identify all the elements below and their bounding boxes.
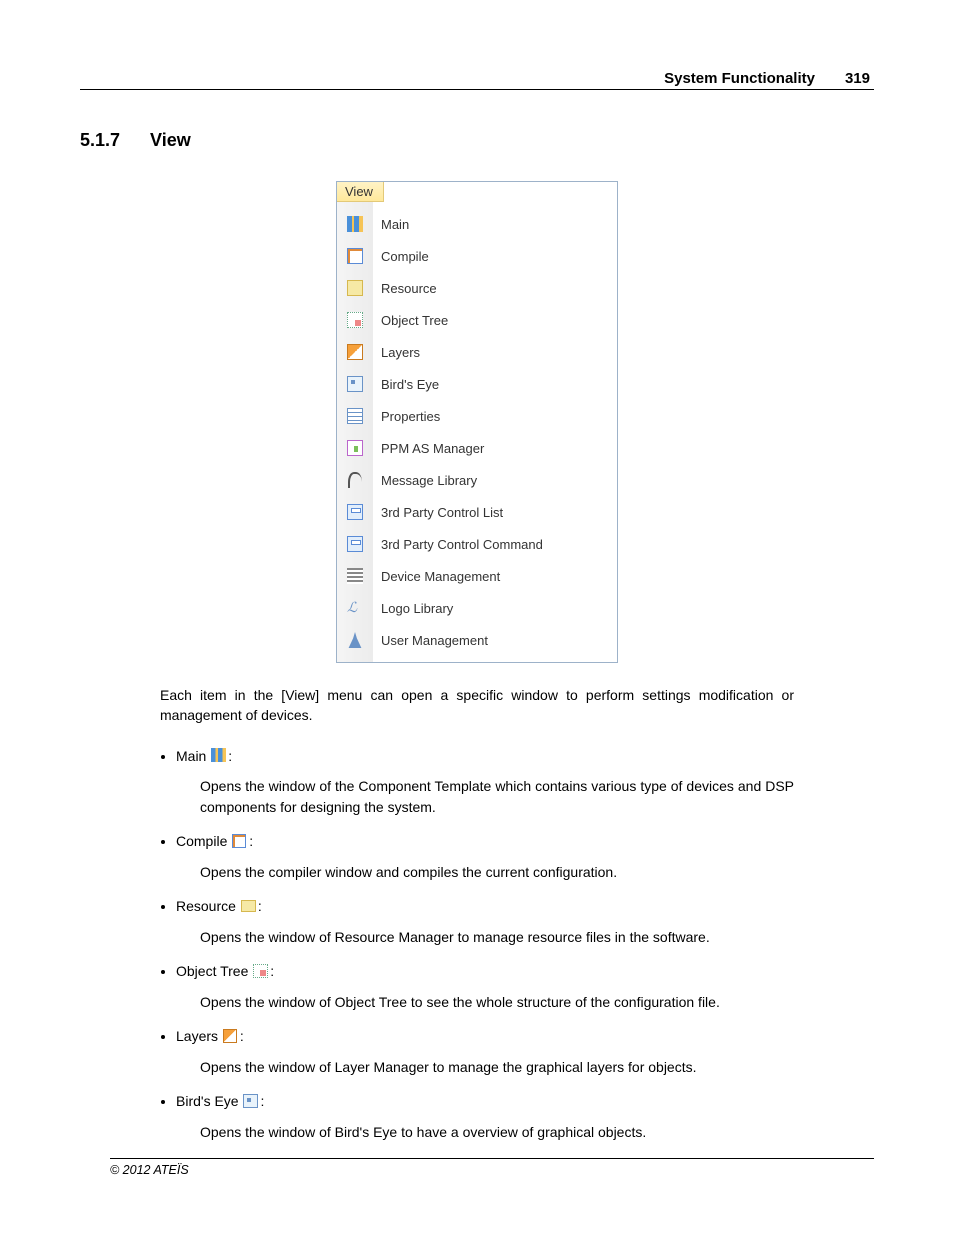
menu-item-object-tree[interactable]: Object Tree (373, 304, 617, 336)
list-item: Compile : Opens the compiler window and … (176, 833, 794, 882)
resource-icon (241, 899, 257, 914)
item-label: Object Tree (176, 963, 248, 979)
menu-item-layers[interactable]: Layers (373, 336, 617, 368)
list-item: Resource : Opens the window of Resource … (176, 898, 794, 947)
page-header: System Functionality 319 (80, 70, 874, 90)
layers-icon (223, 1029, 239, 1044)
compile-icon (232, 834, 248, 849)
menu-item-birds-eye[interactable]: Bird's Eye (373, 368, 617, 400)
view-menu-screenshot: View ℒ Main Compile (336, 181, 618, 663)
menu-item-3rd-party-control-command[interactable]: 3rd Party Control Command (373, 528, 617, 560)
menu-item-main[interactable]: Main (373, 208, 617, 240)
object-tree-icon (253, 964, 269, 979)
header-page-number: 319 (845, 70, 874, 87)
menu-labels: Main Compile Resource Object Tree Layers… (373, 202, 617, 662)
item-description: Opens the window of Layer Manager to man… (200, 1057, 794, 1077)
menu-item-compile[interactable]: Compile (373, 240, 617, 272)
menu-item-resource[interactable]: Resource (373, 272, 617, 304)
user-management-icon (346, 631, 364, 649)
page-footer: © 2012 ATEÏS (110, 1158, 874, 1177)
item-label: Bird's Eye (176, 1093, 239, 1109)
menu-item-device-management[interactable]: Device Management (373, 560, 617, 592)
ppm-as-manager-icon (346, 439, 364, 457)
message-library-icon (346, 471, 364, 489)
menu-item-logo-library[interactable]: Logo Library (373, 592, 617, 624)
object-tree-icon (346, 311, 364, 329)
compile-icon (346, 247, 364, 265)
main-icon (346, 215, 364, 233)
section-number: 5.1.7 (80, 130, 120, 151)
menu-item-message-library[interactable]: Message Library (373, 464, 617, 496)
main-icon (211, 748, 227, 763)
menu-item-properties[interactable]: Properties (373, 400, 617, 432)
logo-library-icon: ℒ (346, 599, 364, 617)
menu-item-ppm-as-manager[interactable]: PPM AS Manager (373, 432, 617, 464)
resource-icon (346, 279, 364, 297)
menu-item-3rd-party-control-list[interactable]: 3rd Party Control List (373, 496, 617, 528)
third-party-control-command-icon (346, 535, 364, 553)
list-item: Object Tree : Opens the window of Object… (176, 963, 794, 1012)
layers-icon (346, 343, 364, 361)
list-item: Main : Opens the window of the Component… (176, 748, 794, 817)
birds-eye-icon (346, 375, 364, 393)
header-chapter: System Functionality (664, 70, 845, 87)
section-heading: 5.1.7 View (80, 130, 874, 151)
menu-title-bar: View (337, 182, 617, 202)
birds-eye-icon (243, 1094, 259, 1109)
list-item: Layers : Opens the window of Layer Manag… (176, 1028, 794, 1077)
third-party-control-list-icon (346, 503, 364, 521)
item-description: Opens the window of the Component Templa… (200, 776, 794, 817)
menu-item-user-management[interactable]: User Management (373, 624, 617, 656)
item-description: Opens the window of Object Tree to see t… (200, 992, 794, 1012)
properties-icon (346, 407, 364, 425)
menu-title[interactable]: View (337, 182, 384, 202)
bullet-list: Main : Opens the window of the Component… (176, 748, 794, 1143)
device-management-icon (346, 567, 364, 585)
intro-paragraph: Each item in the [View] menu can open a … (160, 685, 794, 726)
item-description: Opens the window of Resource Manager to … (200, 927, 794, 947)
item-description: Opens the window of Bird's Eye to have a… (200, 1122, 794, 1142)
section-title: View (150, 130, 191, 151)
item-label: Compile (176, 833, 227, 849)
list-item: Bird's Eye : Opens the window of Bird's … (176, 1093, 794, 1142)
menu-icon-strip: ℒ (337, 202, 373, 662)
item-description: Opens the compiler window and compiles t… (200, 862, 794, 882)
item-label: Main (176, 748, 206, 764)
item-label: Layers (176, 1028, 218, 1044)
item-label: Resource (176, 898, 236, 914)
